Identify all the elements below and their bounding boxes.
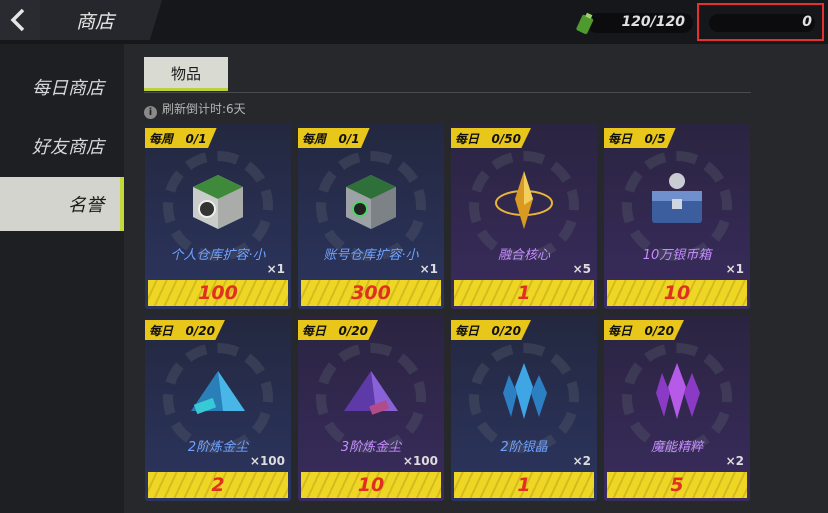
purple-dust-icon xyxy=(336,357,406,427)
shop-item-card[interactable]: 每日 0/50 融合核心 ×5 1 xyxy=(451,123,597,309)
item-name: 魔能精粹 xyxy=(650,440,703,455)
limit-tag: 每周 0/1 xyxy=(145,128,217,148)
currency-value: 0 xyxy=(802,14,812,30)
buy-button[interactable]: 2 xyxy=(148,472,288,498)
shop-item-card[interactable]: 每日 0/20 2阶炼金尘 ×100 2 xyxy=(145,315,291,501)
item-quantity: ×2 xyxy=(572,454,591,468)
buy-button[interactable]: 100 xyxy=(148,280,288,306)
limit-text: 每日 0/20 xyxy=(149,324,215,338)
buy-button[interactable]: 300 xyxy=(301,280,441,306)
limit-text: 每日 0/5 xyxy=(608,132,666,146)
refresh-countdown: i 刷新倒计时:6天 xyxy=(144,100,246,119)
item-name: 2阶炼金尘 xyxy=(187,440,249,455)
shop-item-card[interactable]: 每日 0/20 3阶炼金尘 ×100 10 xyxy=(298,315,444,501)
green-crate-icon xyxy=(183,165,253,235)
blue-dust-icon xyxy=(183,357,253,427)
buy-button[interactable]: 10 xyxy=(607,280,747,306)
price-value: 10 xyxy=(663,282,691,304)
currency-display: 0 xyxy=(697,3,824,41)
sidebar: 每日商店 好友商店 名誉 xyxy=(0,44,124,513)
price-value: 1 xyxy=(517,474,531,496)
sidebar-item-label: 每日商店 xyxy=(32,78,104,99)
item-quantity: ×2 xyxy=(725,454,744,468)
shop-item-card[interactable]: 每周 0/1 账号仓库扩容·小 ×1 300 xyxy=(298,123,444,309)
buy-button[interactable]: 5 xyxy=(607,472,747,498)
price-value: 100 xyxy=(198,282,238,304)
energy-value: 120/120 xyxy=(621,14,685,30)
item-quantity: ×1 xyxy=(725,262,744,276)
limit-tag: 每日 0/20 xyxy=(145,320,225,340)
info-icon: i xyxy=(144,106,157,119)
item-quantity: ×1 xyxy=(266,262,285,276)
limit-text: 每周 0/1 xyxy=(302,132,360,146)
item-name: 2阶银晶 xyxy=(500,440,548,455)
page-title: 商店 xyxy=(76,11,115,33)
shop-item-card[interactable]: 每日 0/5 10万银币箱 ×1 10 xyxy=(604,123,750,309)
limit-text: 每周 0/1 xyxy=(149,132,207,146)
limit-tag: 每日 0/20 xyxy=(451,320,531,340)
limit-tag: 每日 0/50 xyxy=(451,128,531,148)
tab-items[interactable]: 物品 xyxy=(144,57,228,91)
back-button[interactable] xyxy=(0,0,41,40)
limit-text: 每日 0/50 xyxy=(455,132,521,146)
tab-divider xyxy=(144,92,751,93)
silver-chest-icon xyxy=(642,165,712,235)
shop-panel: 物品 i 刷新倒计时:6天 每周 0/1 个人仓库扩容·小 ×1 100 每周 0/1 账号… xyxy=(124,44,828,513)
price-value: 5 xyxy=(670,474,684,496)
sidebar-item-label: 名誉 xyxy=(68,195,104,216)
buy-button[interactable]: 1 xyxy=(454,280,594,306)
refresh-text: 刷新倒计时:6天 xyxy=(162,102,246,116)
limit-text: 每日 0/20 xyxy=(302,324,368,338)
item-name: 账号仓库扩容·小 xyxy=(323,248,419,263)
limit-tag: 每日 0/20 xyxy=(298,320,378,340)
item-quantity: ×1 xyxy=(419,262,438,276)
item-quantity: ×100 xyxy=(249,454,285,468)
item-name: 个人仓库扩容·小 xyxy=(170,248,266,263)
limit-text: 每日 0/20 xyxy=(455,324,521,338)
shop-item-card[interactable]: 每周 0/1 个人仓库扩容·小 ×1 100 xyxy=(145,123,291,309)
sidebar-item-label: 好友商店 xyxy=(32,137,104,158)
energy-battery-icon xyxy=(576,12,594,35)
energy-display: 120/120 xyxy=(575,11,693,35)
price-value: 1 xyxy=(517,282,531,304)
price-value: 2 xyxy=(211,474,225,496)
shop-item-card[interactable]: 每日 0/20 魔能精粹 ×2 5 xyxy=(604,315,750,501)
limit-tag: 每日 0/5 xyxy=(604,128,676,148)
item-name: 3阶炼金尘 xyxy=(340,440,402,455)
item-quantity: ×5 xyxy=(572,262,591,276)
item-quantity: ×100 xyxy=(402,454,438,468)
back-arrow-icon xyxy=(10,8,25,32)
limit-tag: 每日 0/20 xyxy=(604,320,684,340)
blue-crystal-icon xyxy=(489,357,559,427)
buy-button[interactable]: 10 xyxy=(301,472,441,498)
item-name: 10万银币箱 xyxy=(642,248,712,263)
title-banner: 商店 xyxy=(40,0,162,40)
sidebar-item-honor[interactable]: 名誉 xyxy=(0,177,124,231)
steel-crate-icon xyxy=(336,165,406,235)
price-value: 10 xyxy=(357,474,385,496)
price-value: 300 xyxy=(351,282,391,304)
limit-tag: 每周 0/1 xyxy=(298,128,370,148)
shop-item-card[interactable]: 每日 0/20 2阶银晶 ×2 1 xyxy=(451,315,597,501)
top-bar: 商店 120/120 0 xyxy=(0,0,828,44)
magic-essence-icon xyxy=(642,357,712,427)
buy-button[interactable]: 1 xyxy=(454,472,594,498)
sidebar-item-friend-shop[interactable]: 好友商店 xyxy=(0,119,124,173)
sidebar-item-daily-shop[interactable]: 每日商店 xyxy=(0,60,124,114)
tab-label: 物品 xyxy=(170,65,201,83)
fusion-core-icon xyxy=(489,165,559,235)
item-name: 融合核心 xyxy=(497,248,550,263)
limit-text: 每日 0/20 xyxy=(608,324,674,338)
